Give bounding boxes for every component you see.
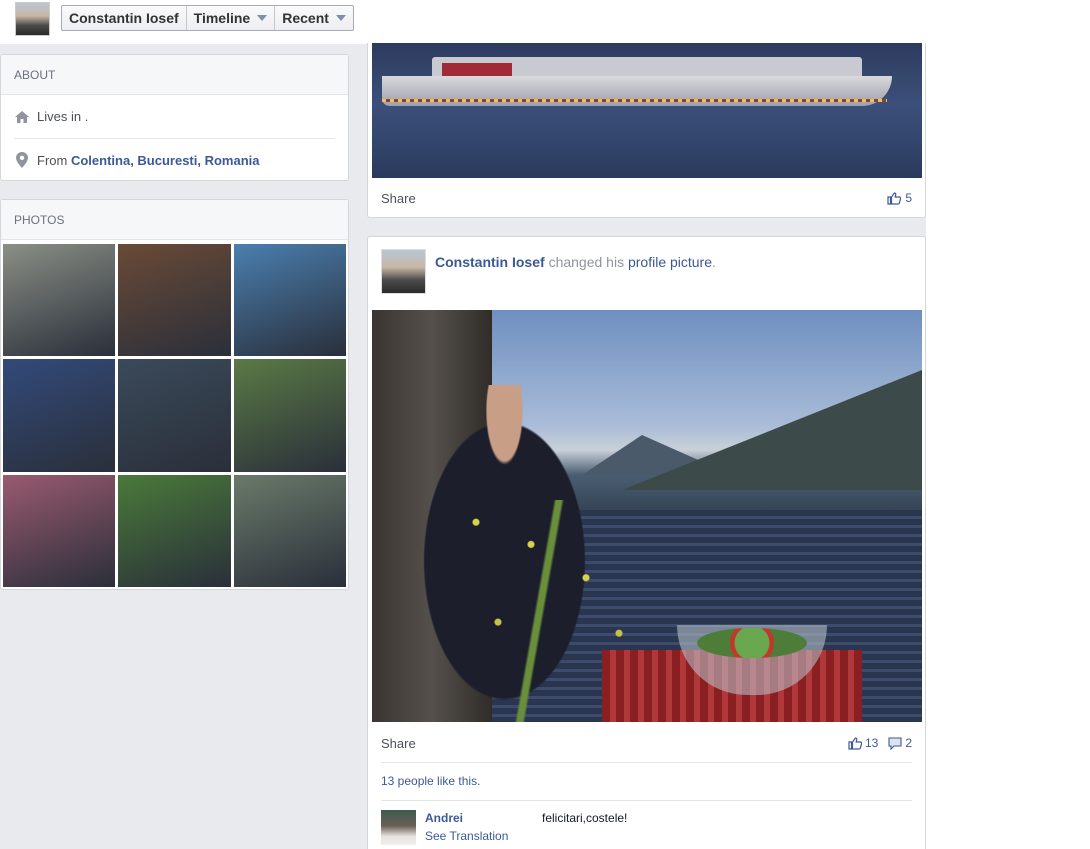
- recent-dropdown[interactable]: Recent: [275, 6, 353, 30]
- post-photo-boat[interactable]: [372, 43, 922, 178]
- photo-mountain-right: [622, 370, 922, 490]
- post-period: .: [712, 254, 716, 270]
- location-pin-icon: [14, 152, 30, 168]
- post-counts: 13 2: [848, 736, 912, 750]
- comment-count-button[interactable]: 2: [888, 736, 912, 750]
- thumbs-up-icon: [887, 191, 902, 205]
- profile-picture-link[interactable]: profile picture: [628, 254, 712, 270]
- feed-post: Share 5: [367, 43, 926, 218]
- timeline-dropdown[interactable]: Timeline: [187, 6, 276, 30]
- lives-in-value[interactable]: .: [85, 109, 89, 124]
- photo-thumbnail[interactable]: [118, 475, 231, 587]
- lives-in-label: Lives in: [37, 109, 82, 124]
- feed-post-profile-picture: Constantin Iosef changed his profile pic…: [367, 236, 926, 849]
- post-footer: Share 5: [381, 178, 912, 218]
- like-count-button[interactable]: 5: [887, 191, 912, 205]
- photo-thumbnail[interactable]: [3, 475, 115, 587]
- boat-lights: [382, 99, 887, 102]
- photo-thumbnail[interactable]: [234, 359, 346, 472]
- photo-thumbnail[interactable]: [234, 244, 346, 356]
- divider: [381, 800, 912, 801]
- author-avatar[interactable]: [381, 249, 426, 294]
- divider: [381, 762, 912, 763]
- top-bar: Constantin Iosef Timeline Recent: [0, 0, 926, 44]
- see-translation-link[interactable]: See Translation: [425, 829, 508, 843]
- like-count: 5: [905, 191, 912, 205]
- thumbs-up-icon: [848, 736, 862, 750]
- post-photo-lake[interactable]: [372, 310, 922, 722]
- comment-item: Andrei felicitari,costele! See Translati…: [381, 810, 911, 849]
- profile-name-label: Constantin Iosef: [69, 10, 179, 26]
- comment-count: 2: [905, 736, 912, 750]
- profile-name-button[interactable]: Constantin Iosef: [62, 6, 187, 30]
- home-icon: [14, 109, 30, 125]
- commenter-avatar[interactable]: [381, 810, 416, 845]
- timeline-label: Timeline: [193, 10, 251, 26]
- commenter-name-link[interactable]: Andrei: [425, 811, 463, 825]
- photo-thumbnail[interactable]: [234, 475, 346, 587]
- photo-thumbnail[interactable]: [118, 359, 231, 472]
- timeline-nav: Constantin Iosef Timeline Recent: [61, 5, 354, 31]
- about-card: ABOUT Lives in . From Colentina, Bucures…: [0, 54, 349, 181]
- about-header[interactable]: ABOUT: [1, 55, 348, 95]
- chevron-down-icon: [335, 15, 346, 21]
- profile-avatar[interactable]: [15, 2, 50, 36]
- comment-bubble-icon: [888, 736, 902, 750]
- from-row: From Colentina, Bucuresti, Romania: [14, 138, 335, 181]
- photo-flowers: [432, 500, 652, 722]
- lives-in-row: Lives in .: [1, 95, 348, 138]
- chevron-down-icon: [257, 15, 268, 21]
- from-label: From: [37, 152, 68, 168]
- photo-thumbnail[interactable]: [3, 244, 115, 356]
- recent-label: Recent: [282, 10, 329, 26]
- post-action-text: changed his: [548, 254, 625, 270]
- share-link[interactable]: Share: [381, 736, 416, 751]
- photos-card: PHOTOS: [0, 199, 349, 590]
- post-footer: Share 13 2: [381, 723, 912, 763]
- comment-text: felicitari,costele!: [542, 811, 628, 825]
- blank-area: [926, 0, 1090, 849]
- from-value-link[interactable]: Colentina, Bucuresti, Romania: [71, 153, 260, 168]
- photo-salad: [697, 628, 807, 658]
- photo-thumbnail[interactable]: [118, 244, 231, 356]
- like-summary-link[interactable]: 13 people like this.: [381, 774, 480, 788]
- photo-grid: [3, 244, 346, 587]
- post-header: Constantin Iosef changed his profile pic…: [435, 254, 716, 270]
- photos-header[interactable]: PHOTOS: [1, 200, 348, 240]
- share-link[interactable]: Share: [381, 191, 416, 206]
- like-count: 13: [864, 736, 879, 750]
- photo-thumbnail[interactable]: [3, 359, 115, 472]
- like-count-button[interactable]: 13: [848, 736, 878, 750]
- boat-banner: [442, 63, 512, 77]
- author-name-link[interactable]: Constantin Iosef: [435, 254, 545, 270]
